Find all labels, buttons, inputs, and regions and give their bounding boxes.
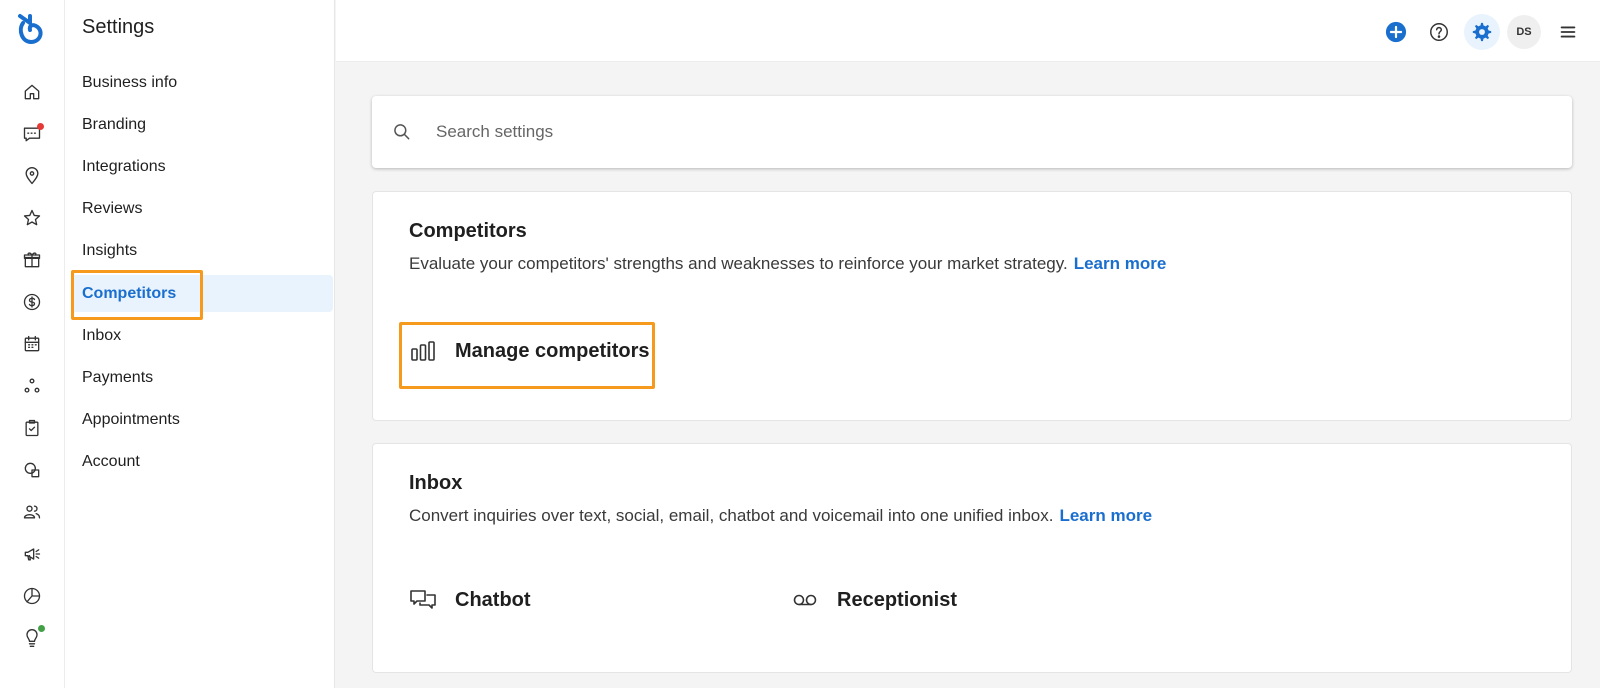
calendar-icon[interactable] — [18, 330, 46, 358]
receptionist-label: Receptionist — [837, 588, 958, 611]
brand-logo-icon[interactable] — [14, 12, 48, 46]
add-button[interactable] — [1378, 14, 1414, 50]
pie-chart-icon[interactable] — [18, 582, 46, 610]
nodes-icon[interactable] — [18, 372, 46, 400]
manage-competitors-link[interactable]: Manage competitors — [409, 337, 649, 365]
nav-item-reviews[interactable]: Reviews — [71, 190, 333, 227]
nav-item-integrations[interactable]: Integrations — [71, 148, 333, 185]
inbox-learn-more-link[interactable]: Learn more — [1059, 506, 1152, 525]
inbox-card-title: Inbox — [409, 472, 463, 494]
help-icon — [1430, 23, 1448, 41]
notification-badge — [37, 123, 44, 130]
people-icon[interactable] — [18, 498, 46, 526]
avatar[interactable]: DS — [1507, 15, 1541, 49]
nav-item-inbox[interactable]: Inbox — [71, 317, 333, 354]
plus-circle-icon — [1385, 21, 1407, 43]
nav-item-branding[interactable]: Branding — [71, 106, 333, 143]
lightbulb-icon[interactable] — [18, 624, 46, 652]
shapes-icon[interactable] — [18, 456, 46, 484]
voicemail-icon — [793, 594, 817, 606]
page-title: Settings — [82, 16, 155, 38]
inbox-card-description: Convert inquiries over text, social, ema… — [409, 506, 1152, 526]
settings-button[interactable] — [1464, 14, 1500, 50]
competitors-description-text: Evaluate your competitors' strengths and… — [409, 254, 1068, 273]
bar-chart-icon — [411, 341, 435, 361]
star-icon[interactable] — [18, 204, 46, 232]
nav-item-business-info[interactable]: Business info — [71, 64, 333, 101]
inbox-description-text: Convert inquiries over text, social, ema… — [409, 506, 1054, 525]
top-bar: DS — [336, 0, 1600, 62]
chatbot-label: Chatbot — [455, 588, 531, 611]
icon-rail — [0, 0, 65, 688]
competitors-card-title: Competitors — [409, 220, 527, 242]
chat-icon[interactable] — [18, 120, 46, 148]
dollar-icon[interactable] — [18, 288, 46, 316]
competitors-card-description: Evaluate your competitors' strengths and… — [409, 254, 1166, 274]
gift-icon[interactable] — [18, 246, 46, 274]
nav-item-account[interactable]: Account — [71, 443, 333, 480]
status-badge — [38, 625, 45, 632]
inbox-card: Inbox Convert inquiries over text, socia… — [372, 443, 1572, 673]
settings-nav: Settings Business info Branding Integrat… — [65, 0, 335, 688]
location-pin-icon[interactable] — [18, 162, 46, 190]
chatbot-link[interactable]: Chatbot — [409, 586, 531, 614]
task-icon[interactable] — [18, 414, 46, 442]
receptionist-link[interactable]: Receptionist — [791, 586, 957, 614]
hamburger-menu-icon — [1560, 26, 1576, 38]
gear-icon — [1472, 22, 1492, 42]
nav-item-competitors[interactable]: Competitors — [71, 275, 333, 312]
competitors-learn-more-link[interactable]: Learn more — [1074, 254, 1167, 273]
menu-button[interactable] — [1550, 14, 1586, 50]
manage-competitors-label: Manage competitors — [455, 339, 650, 362]
competitors-card: Competitors Evaluate your competitors' s… — [372, 191, 1572, 421]
home-icon[interactable] — [18, 78, 46, 106]
search-bar — [372, 96, 1572, 168]
nav-item-insights[interactable]: Insights — [71, 232, 333, 269]
nav-item-payments[interactable]: Payments — [71, 359, 333, 396]
nav-item-appointments[interactable]: Appointments — [71, 401, 333, 438]
chat-bubbles-icon — [410, 590, 436, 609]
search-input[interactable] — [436, 116, 1536, 148]
search-icon — [394, 124, 410, 140]
help-button[interactable] — [1421, 14, 1457, 50]
megaphone-icon[interactable] — [18, 540, 46, 568]
